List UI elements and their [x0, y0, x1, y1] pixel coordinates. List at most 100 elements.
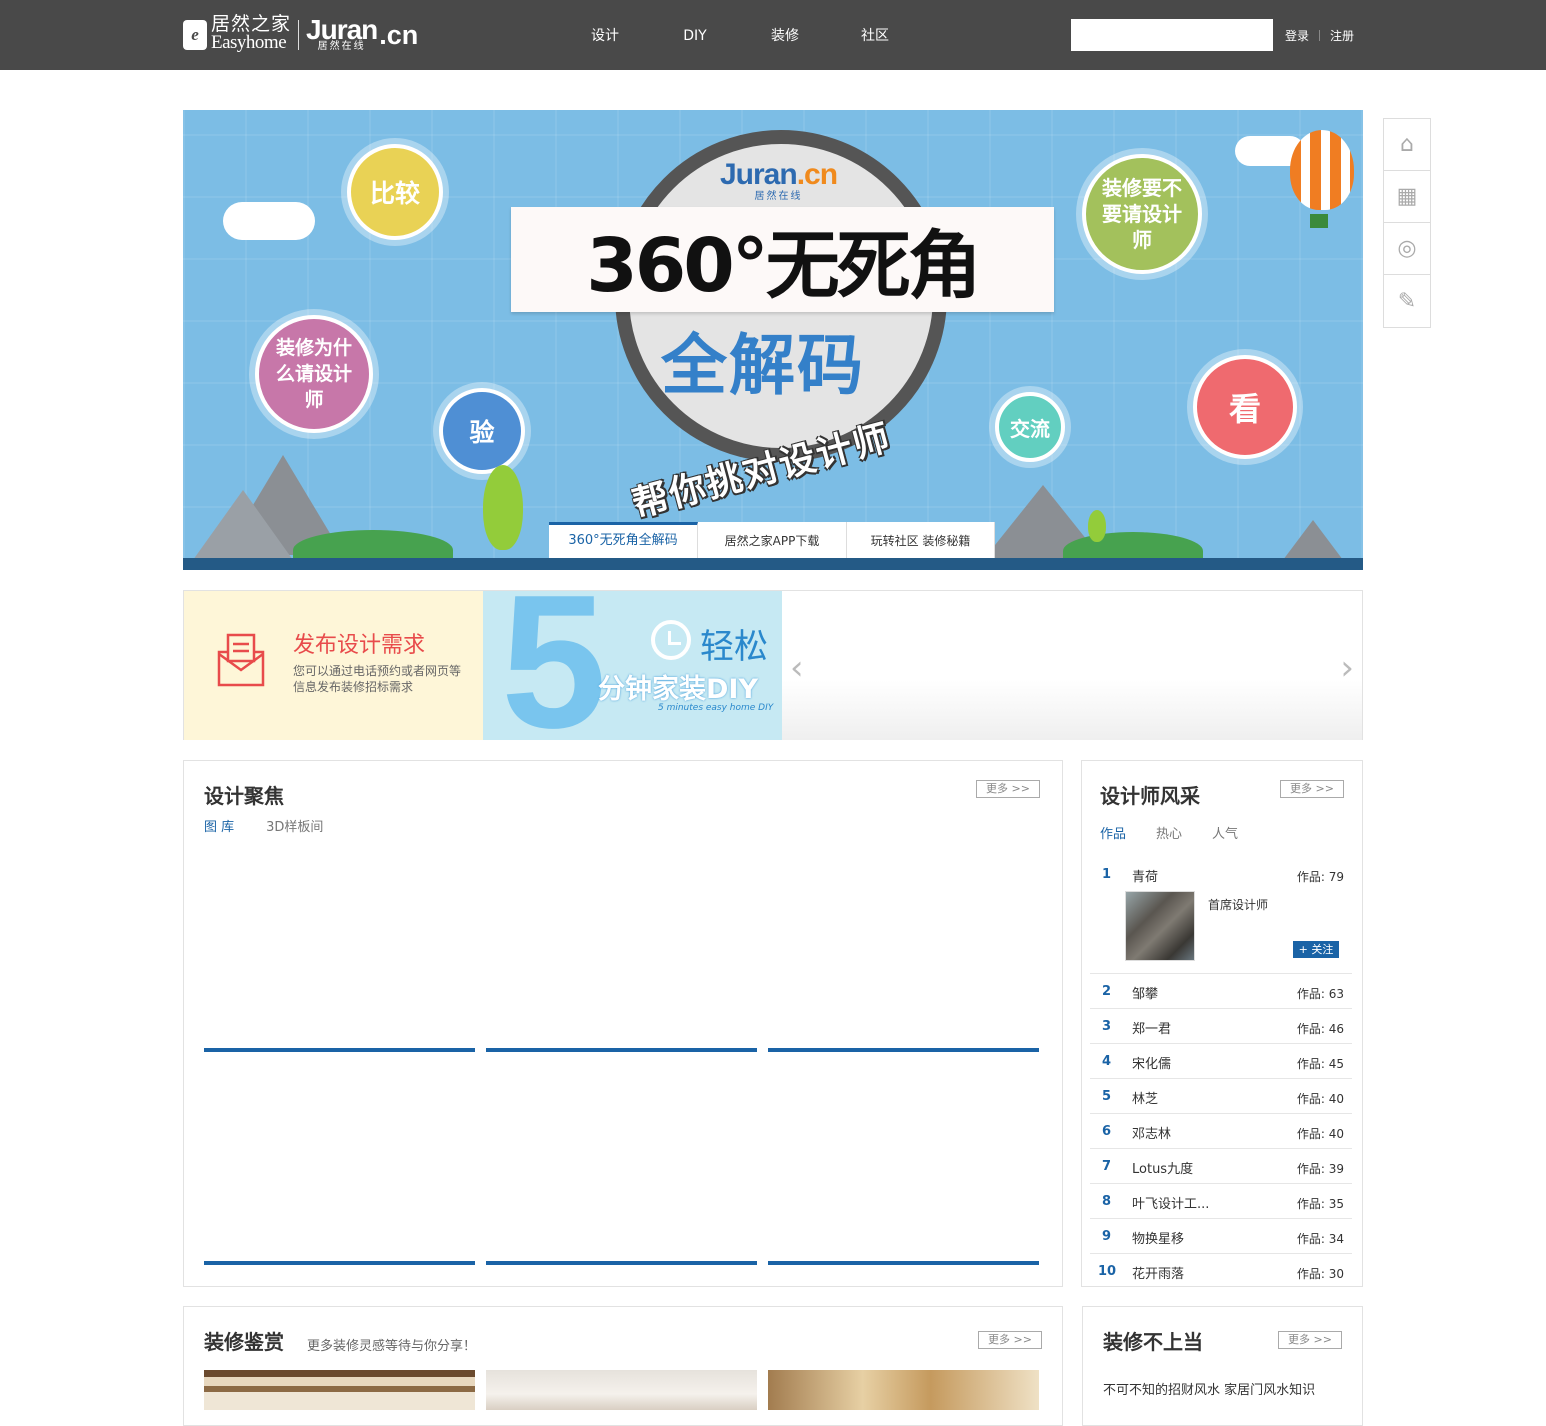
- designer-name[interactable]: 花开雨落: [1132, 1263, 1184, 1282]
- tab-warm[interactable]: 热心: [1156, 823, 1182, 842]
- designer-row[interactable]: 4 宋化儒 作品: 45: [1090, 1044, 1352, 1079]
- designer-name[interactable]: 林芝: [1132, 1088, 1158, 1107]
- designer-name[interactable]: 郑一君: [1132, 1018, 1171, 1037]
- mistakes-item[interactable]: 不可不知的招财风水 家居门风水知识: [1103, 1379, 1315, 1398]
- works-count: 作品: 35: [1296, 1197, 1344, 1211]
- appreciation-title: 装修鉴赏: [204, 1330, 284, 1354]
- feedback-icon[interactable]: ✎: [1384, 275, 1430, 327]
- designer-row[interactable]: 7 Lotus九度 作品: 39: [1090, 1149, 1352, 1184]
- designer-name[interactable]: 叶飞设计工...: [1132, 1193, 1209, 1212]
- balloon-illustration: [1290, 130, 1354, 210]
- tree: [1088, 510, 1106, 542]
- nav-diy[interactable]: DIY: [650, 0, 740, 70]
- top-bar: e 居然之家 Easyhome Juran 居然在线 .cn 设计 DIY 装修…: [0, 0, 1546, 70]
- balloon-basket: [1310, 214, 1328, 228]
- works-count: 作品: 79: [1296, 870, 1344, 884]
- login-link[interactable]: 登录: [1285, 27, 1309, 44]
- nav-community[interactable]: 社区: [830, 0, 920, 70]
- designer-row[interactable]: 2 邹攀 作品: 63: [1090, 974, 1352, 1009]
- focus-card-bar[interactable]: [204, 1048, 475, 1052]
- site-logo[interactable]: e 居然之家 Easyhome Juran 居然在线 .cn: [183, 12, 418, 55]
- chevron-left-icon[interactable]: ‹: [790, 648, 804, 688]
- hero-title: 360°无死角: [586, 223, 981, 309]
- publish-desc: 您可以通过电话预约或者网页等信息发布装修招标需求: [293, 664, 462, 694]
- publish-demand-card[interactable]: 发布设计需求 您可以通过电话预约或者网页等信息发布装修招标需求: [184, 591, 483, 740]
- focus-card-bar[interactable]: [486, 1261, 757, 1265]
- diy-en: 5 minutes easy home DIY: [658, 703, 774, 713]
- tab-popular[interactable]: 人气: [1212, 823, 1238, 842]
- diy-title: 分钟家装DIY: [598, 674, 759, 705]
- designer-row[interactable]: 5 林芝 作品: 40: [1090, 1079, 1352, 1114]
- bubble-why-designer: 装修为什么请设计师: [255, 315, 373, 433]
- qr-code-icon[interactable]: ▦: [1384, 171, 1430, 223]
- design-focus-more[interactable]: 更多 >>: [976, 780, 1040, 798]
- designer-name[interactable]: 青荷: [1132, 866, 1158, 885]
- appreciation-panel: 装修鉴赏 更多装修灵感等待与你分享！ 更多 >>: [183, 1306, 1063, 1426]
- focus-card-bar[interactable]: [204, 1261, 475, 1265]
- mistakes-more[interactable]: 更多 >>: [1278, 1331, 1342, 1349]
- bubble-need-designer: 装修要不要请设计师: [1082, 154, 1202, 274]
- designer-row[interactable]: 9 物换星移 作品: 34: [1090, 1219, 1352, 1254]
- designer-name[interactable]: Lotus九度: [1132, 1158, 1193, 1177]
- appreciation-photo[interactable]: [486, 1370, 757, 1410]
- nav-decoration[interactable]: 装修: [740, 0, 830, 70]
- hero-tab-360[interactable]: 360°无死角全解码: [549, 522, 698, 558]
- appreciation-photo[interactable]: [768, 1370, 1039, 1410]
- hero-banner[interactable]: Juran.cn 居然在线 360°无死角 全解码 帮你挑对设计师 比较 装修为…: [183, 110, 1363, 570]
- designer-row[interactable]: 6 邓志林 作品: 40: [1090, 1114, 1352, 1149]
- promo-slider: ‹ ›: [782, 591, 1362, 740]
- rank: 8: [1102, 1194, 1112, 1209]
- rank: 2: [1102, 984, 1112, 999]
- cloud: [223, 202, 315, 240]
- focus-card-bar[interactable]: [486, 1048, 757, 1052]
- appreciation-photo[interactable]: [204, 1370, 475, 1410]
- designer-avatar[interactable]: [1125, 891, 1195, 961]
- designer-name[interactable]: 物换星移: [1132, 1228, 1184, 1247]
- designer-name[interactable]: 邓志林: [1132, 1123, 1171, 1142]
- hero-juran-logo: Juran.cn 居然在线: [720, 158, 838, 202]
- appreciation-subtitle: 更多装修灵感等待与你分享！: [307, 1339, 477, 1354]
- tab-3d-room[interactable]: 3D样板间: [266, 816, 323, 835]
- designers-more[interactable]: 更多 >>: [1280, 780, 1344, 798]
- chevron-right-icon[interactable]: ›: [1340, 648, 1354, 688]
- designer-row[interactable]: 10 花开雨落 作品: 30: [1090, 1254, 1352, 1289]
- works-count: 作品: 63: [1296, 987, 1344, 1001]
- logo-en-text: Easyhome: [211, 31, 287, 53]
- works-count: 作品: 39: [1296, 1162, 1344, 1176]
- logo-cn-text: 居然之家: [211, 12, 292, 35]
- hero-tab-community[interactable]: 玩转社区 装修秘籍: [847, 522, 995, 558]
- design-focus-panel: 设计聚焦 更多 >> 图 库 3D样板间: [183, 760, 1063, 1287]
- rank: 10: [1098, 1264, 1117, 1279]
- appreciation-more[interactable]: 更多 >>: [978, 1331, 1042, 1349]
- mistakes-title: 装修不上当: [1103, 1330, 1203, 1354]
- designer-name[interactable]: 邹攀: [1132, 983, 1158, 1002]
- customer-service-icon[interactable]: ◎: [1384, 223, 1430, 275]
- bubble-check: 验: [439, 388, 525, 474]
- main-nav: 设计 DIY 装修 社区: [560, 0, 920, 70]
- rank: 5: [1102, 1089, 1112, 1104]
- tab-gallery[interactable]: 图 库: [204, 816, 234, 835]
- hero-bottom-strip: [183, 558, 1363, 570]
- register-link[interactable]: 注册: [1330, 27, 1354, 44]
- designer-row[interactable]: 8 叶飞设计工... 作品: 35: [1090, 1184, 1352, 1219]
- focus-card-bar[interactable]: [768, 1048, 1039, 1052]
- mountain: [193, 490, 293, 560]
- designers-panel: 设计师风采 更多 >> 作品 热心 人气 1 青荷 作品: 79 首席设计师 +…: [1081, 760, 1363, 1287]
- designer-row[interactable]: 1 青荷 作品: 79 首席设计师 + 关注: [1090, 857, 1352, 974]
- designer-row[interactable]: 3 郑一君 作品: 46: [1090, 1009, 1352, 1044]
- designer-name[interactable]: 宋化儒: [1132, 1053, 1171, 1072]
- works-count: 作品: 34: [1296, 1232, 1344, 1246]
- designer-list: 1 青荷 作品: 79 首席设计师 + 关注 2 邹攀 作品: 63 3 郑一君…: [1090, 857, 1352, 1289]
- diy-card[interactable]: 5 轻松 分钟家装DIY 5 minutes easy home DIY: [483, 591, 782, 740]
- logo-separator: [298, 20, 300, 50]
- focus-card-bar[interactable]: [768, 1261, 1039, 1265]
- works-count: 作品: 30: [1296, 1267, 1344, 1281]
- hero-tab-app[interactable]: 居然之家APP下载: [698, 522, 847, 558]
- home-top-icon[interactable]: ⌂: [1384, 119, 1430, 171]
- tab-works[interactable]: 作品: [1100, 823, 1126, 842]
- follow-button[interactable]: + 关注: [1293, 941, 1339, 958]
- nav-design[interactable]: 设计: [560, 0, 650, 70]
- rank: 4: [1102, 1054, 1112, 1069]
- design-focus-tabs: 图 库 3D样板间: [204, 816, 355, 835]
- search-input[interactable]: [1071, 19, 1273, 51]
